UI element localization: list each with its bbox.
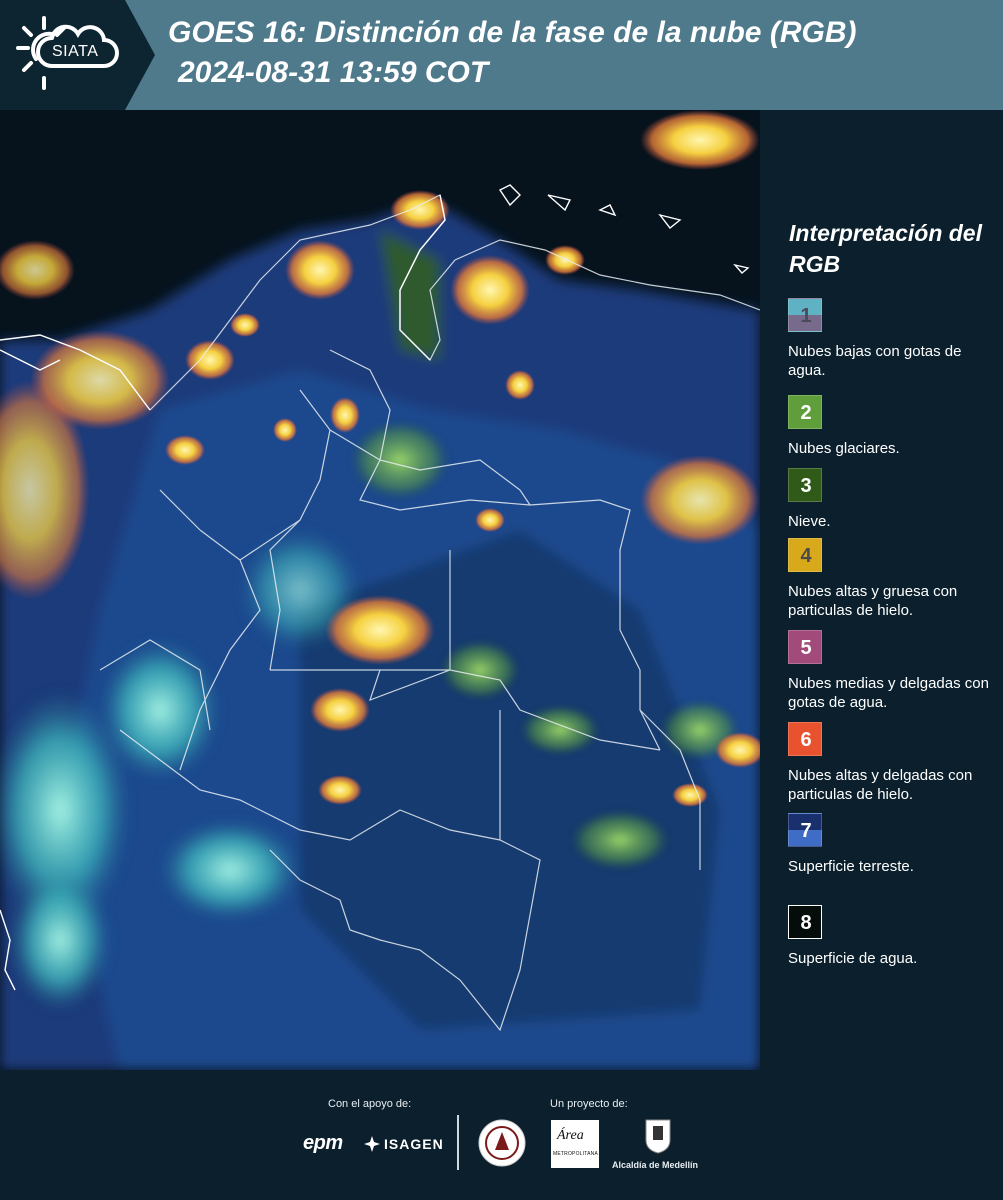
area-metropolitana-logo: Área METROPOLITANA — [551, 1120, 599, 1168]
siata-logo: SIATA — [0, 0, 155, 110]
legend-swatch: 1 — [788, 298, 822, 332]
legend-item-5: 5 Nubes medias y delgadas con gotas de ag… — [788, 630, 998, 712]
legend-description: Nieve. — [788, 513, 831, 530]
legend-number: 3 — [800, 475, 812, 497]
legend-number: 4 — [800, 545, 812, 567]
legend-number: 7 — [800, 820, 812, 842]
legend-description: Nubes altas y gruesa con particulas de h… — [788, 583, 958, 619]
header: SIATA GOES 16: Distinción de la fase de … — [0, 0, 1003, 110]
legend-swatch: 5 — [788, 630, 822, 664]
page-timestamp: 2024-08-31 13:59 COT — [178, 56, 489, 89]
gobernacion-seal-icon — [478, 1119, 526, 1167]
legend-item-1: 1 Nubes bajas con gotas de agua. — [788, 298, 998, 380]
area-logo-text: Área — [557, 1128, 584, 1143]
area-logo-sub: METROPOLITANA — [553, 1151, 599, 1157]
page-title: GOES 16: Distinción de la fase de la nub… — [168, 16, 857, 49]
legend-swatch: 2 — [788, 395, 822, 429]
legend-item-3: 3 Nieve. — [788, 468, 998, 531]
legend-swatch: 8 — [788, 905, 822, 939]
alcaldia-label: Alcaldía de Medellín — [612, 1160, 699, 1170]
legend-description: Superficie terreste. — [788, 858, 914, 875]
legend-swatch: 7 — [788, 813, 822, 847]
legend-swatch: 3 — [788, 468, 822, 502]
legend-number: 8 — [800, 912, 812, 934]
legend-number: 5 — [800, 637, 812, 659]
legend-swatch: 6 — [788, 722, 822, 756]
legend-number: 1 — [800, 305, 812, 327]
satellite-map — [0, 110, 760, 1070]
legend-title: Interpretación del RGB — [789, 220, 982, 277]
legend-description: Nubes bajas con gotas de agua. — [788, 343, 962, 379]
footer-divider — [457, 1115, 459, 1170]
legend-number: 2 — [800, 402, 812, 424]
map-imagery — [0, 110, 760, 1070]
legend-description: Superficie de agua. — [788, 950, 918, 967]
legend-item-6: 6 Nubes altas y delgadas con particulas d… — [788, 722, 998, 804]
footer: Con el apoyo de: Un proyecto de: epm ISA… — [0, 1070, 1003, 1200]
support-label: Con el apoyo de: — [328, 1098, 412, 1110]
legend-item-7: 7 Superficie terreste. — [788, 813, 998, 876]
legend-description: Nubes medias y delgadas con gotas de agu… — [788, 675, 989, 711]
legend-item-4: 4 Nubes altas y gruesa con particulas de … — [788, 538, 998, 620]
legend-item-2: 2 Nubes glaciares. — [788, 395, 998, 458]
isagen-logo: ISAGEN — [384, 1136, 444, 1152]
isagen-logo-wrap: ISAGEN — [364, 1136, 444, 1152]
project-label: Un proyecto de: — [550, 1098, 628, 1110]
legend-swatch: 4 — [788, 538, 822, 572]
legend-number: 6 — [800, 729, 812, 751]
legend-description: Nubes glaciares. — [788, 440, 900, 457]
legend-item-8: 8 Superficie de agua. — [788, 905, 998, 968]
alcaldia-shield-icon — [645, 1119, 671, 1154]
legend-description: Nubes altas y delgadas con particulas de… — [788, 767, 973, 803]
siata-logo-text: SIATA — [52, 43, 99, 60]
legend-panel: Interpretación del RGB 1 Nubes bajas con … — [772, 110, 1003, 1070]
isagen-icon — [364, 1136, 380, 1152]
epm-logo: epm — [303, 1132, 343, 1154]
